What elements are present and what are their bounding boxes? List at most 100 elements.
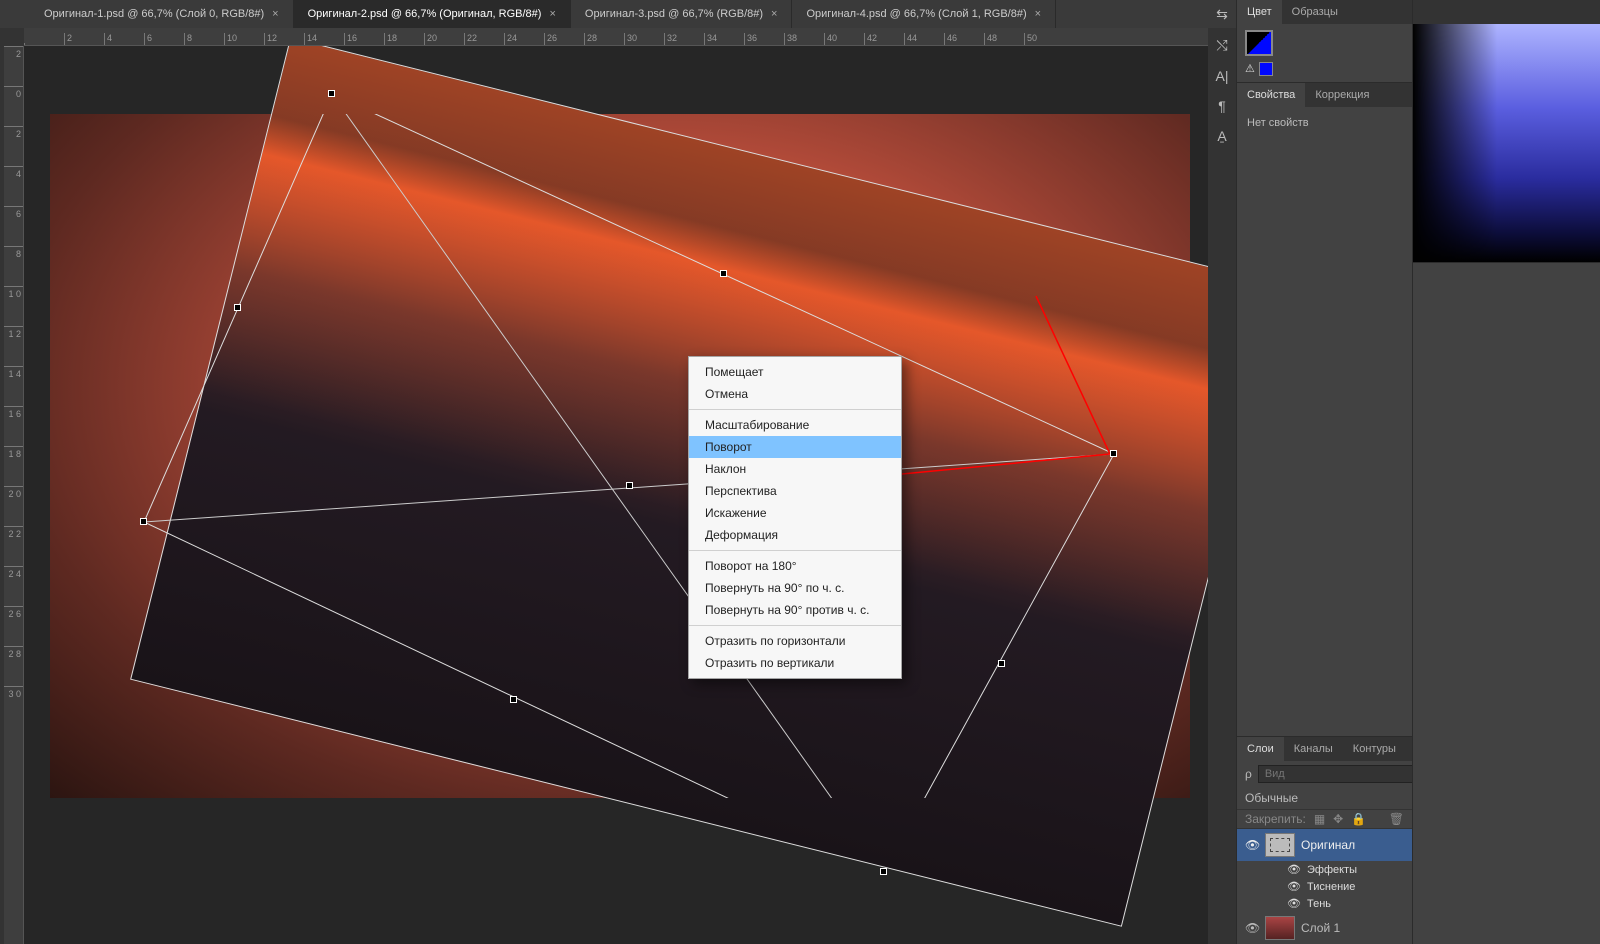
paragraph-panel-icon[interactable]: ¶ — [1218, 98, 1226, 114]
ruler-tick: 14 — [304, 33, 344, 45]
ruler-tick: 38 — [784, 33, 824, 45]
ruler-tick: 2 6 — [4, 606, 23, 646]
menu-item-rotate90ccw[interactable]: Повернуть на 90° против ч. с. — [689, 599, 901, 621]
ruler-tick: 4 — [4, 166, 23, 206]
ruler-horizontal[interactable]: 2468101214161820222426283032343638404244… — [24, 28, 1208, 46]
menu-item-skew[interactable]: Наклон — [689, 458, 901, 480]
layer-effect-item[interactable]: 👁Тень — [1237, 895, 1412, 912]
ruler-vertical[interactable]: 2024681 01 21 41 61 82 02 22 42 62 83 0 — [4, 46, 24, 944]
tab-swatches[interactable]: Образцы — [1282, 0, 1348, 24]
menu-item-place[interactable]: Помещает — [689, 361, 901, 383]
document-tab[interactable]: Оригинал-2.psd @ 66,7% (Оригинал, RGB/8#… — [294, 0, 571, 28]
placed-image[interactable] — [131, 46, 1208, 926]
ruler-tick: 44 — [904, 33, 944, 45]
close-icon[interactable]: × — [272, 8, 278, 20]
effect-name: Тиснение — [1307, 881, 1355, 893]
ruler-tick: 2 2 — [4, 526, 23, 566]
lock-position-icon[interactable]: ✥ — [1333, 812, 1343, 826]
tab-color[interactable]: Цвет — [1237, 0, 1282, 24]
ruler-tick: 48 — [984, 33, 1024, 45]
visibility-icon[interactable]: 👁 — [1287, 880, 1301, 893]
ruler-tick: 16 — [344, 33, 384, 45]
menu-item-cancel[interactable]: Отмена — [689, 383, 901, 405]
tab-layers[interactable]: Слои — [1237, 737, 1284, 761]
menu-item-warp[interactable]: Деформация — [689, 524, 901, 546]
ruler-tick: 22 — [464, 33, 504, 45]
trash-icon[interactable]: 🗑 — [1389, 812, 1404, 826]
visibility-icon[interactable]: 👁 — [1245, 838, 1259, 852]
ruler-tick: 2 4 — [4, 566, 23, 606]
panel-icon[interactable]: ⇆ — [1216, 6, 1228, 23]
styles-panel-icon[interactable]: A̱ — [1217, 128, 1226, 144]
visibility-icon[interactable]: 👁 — [1287, 863, 1301, 876]
tab-adjustments[interactable]: Коррекция — [1305, 83, 1379, 107]
document-tab[interactable]: Оригинал-4.psd @ 66,7% (Слой 1, RGB/8#)× — [792, 0, 1056, 28]
lock-pixels-icon[interactable]: ▦ — [1314, 812, 1325, 826]
tab-channels[interactable]: Каналы — [1284, 737, 1343, 761]
document-tab[interactable]: Оригинал-3.psd @ 66,7% (RGB/8#) × — [571, 0, 793, 28]
menu-separator — [689, 409, 901, 410]
close-icon[interactable]: × — [549, 8, 555, 20]
ruler-tick: 20 — [424, 33, 464, 45]
layer-filter-input[interactable] — [1258, 765, 1414, 783]
visibility-icon[interactable]: 👁 — [1245, 921, 1259, 935]
ruler-tick: 32 — [664, 33, 704, 45]
layer-name[interactable]: Оригинал — [1301, 838, 1355, 852]
layer-row[interactable]: 👁 Слой 1 — [1237, 912, 1412, 944]
ruler-tick: 42 — [864, 33, 904, 45]
panel-icon[interactable]: ⤭ — [1216, 37, 1227, 54]
menu-item-flipv[interactable]: Отразить по вертикали — [689, 652, 901, 674]
tab-label: Оригинал-3.psd @ 66,7% (RGB/8#) — [585, 8, 763, 20]
ruler-tick: 18 — [384, 33, 424, 45]
menu-item-rotate90cw[interactable]: Повернуть на 90° по ч. с. — [689, 577, 901, 599]
ruler-tick: 36 — [744, 33, 784, 45]
menu-item-rotate180[interactable]: Поворот на 180° — [689, 555, 901, 577]
ruler-tick: 2 — [4, 46, 23, 86]
layer-effects-row[interactable]: 👁Эффекты — [1237, 861, 1412, 878]
layer-thumbnail[interactable] — [1265, 916, 1295, 940]
ruler-tick: 34 — [704, 33, 744, 45]
filter-icon[interactable]: ρ — [1245, 767, 1252, 781]
menu-item-rotate[interactable]: Поворот — [689, 436, 901, 458]
canvas[interactable]: Помещает Отмена Масштабирование Поворот … — [24, 46, 1208, 944]
tab-paths[interactable]: Контуры — [1343, 737, 1406, 761]
menu-item-fliph[interactable]: Отразить по горизонтали — [689, 630, 901, 652]
close-icon[interactable]: × — [771, 8, 777, 20]
close-icon[interactable]: × — [1035, 8, 1041, 20]
transform-handle[interactable] — [880, 868, 887, 875]
menu-item-perspective[interactable]: Перспектива — [689, 480, 901, 502]
lock-row: Закрепить: ▦ ✥ 🔒 🗑 — [1237, 810, 1412, 829]
lock-all-icon[interactable]: 🔒 — [1351, 812, 1366, 826]
ruler-tick: 1 2 — [4, 326, 23, 366]
document-tab[interactable]: Оригинал-1.psd @ 66,7% (Слой 0, RGB/8#)× — [30, 0, 294, 28]
layer-name[interactable]: Слой 1 — [1301, 921, 1340, 935]
ruler-tick: 8 — [184, 33, 224, 45]
menu-item-distort[interactable]: Искажение — [689, 502, 901, 524]
ruler-tick: 1 0 — [4, 286, 23, 326]
fg-bg-swatch[interactable] — [1237, 24, 1412, 62]
layer-effect-item[interactable]: 👁 Тиснение — [1237, 878, 1412, 895]
character-panel-icon[interactable]: A| — [1216, 68, 1229, 84]
lock-label: Закрепить: — [1245, 812, 1306, 826]
ruler-tick: 2 — [4, 126, 23, 166]
ruler-tick: 2 0 — [4, 486, 23, 526]
collapsed-panel-strip: ⇆ ⤭ A| ¶ A̱ — [1208, 6, 1236, 144]
context-menu: Помещает Отмена Масштабирование Поворот … — [688, 356, 902, 679]
ruler-tick: 6 — [4, 206, 23, 246]
menu-item-scale[interactable]: Масштабирование — [689, 414, 901, 436]
ruler-tick: 1 8 — [4, 446, 23, 486]
visibility-icon[interactable]: 👁 — [1287, 897, 1301, 910]
color-picker[interactable] — [1413, 24, 1600, 262]
ruler-tick: 12 — [264, 33, 304, 45]
ruler-tick: 1 6 — [4, 406, 23, 446]
layer-row[interactable]: 👁 Оригинал — [1237, 829, 1412, 861]
transform-handle[interactable] — [140, 518, 147, 525]
swatch-icon[interactable] — [1259, 62, 1273, 76]
ruler-tick: 50 — [1024, 33, 1064, 45]
ruler-tick: 3 0 — [4, 686, 23, 726]
foreground-background-icon[interactable] — [1245, 30, 1273, 56]
tab-properties[interactable]: Свойства — [1237, 83, 1305, 107]
ruler-tick: 40 — [824, 33, 864, 45]
layer-thumbnail[interactable] — [1265, 833, 1295, 857]
blend-mode-select[interactable]: Обычные — [1245, 791, 1298, 805]
